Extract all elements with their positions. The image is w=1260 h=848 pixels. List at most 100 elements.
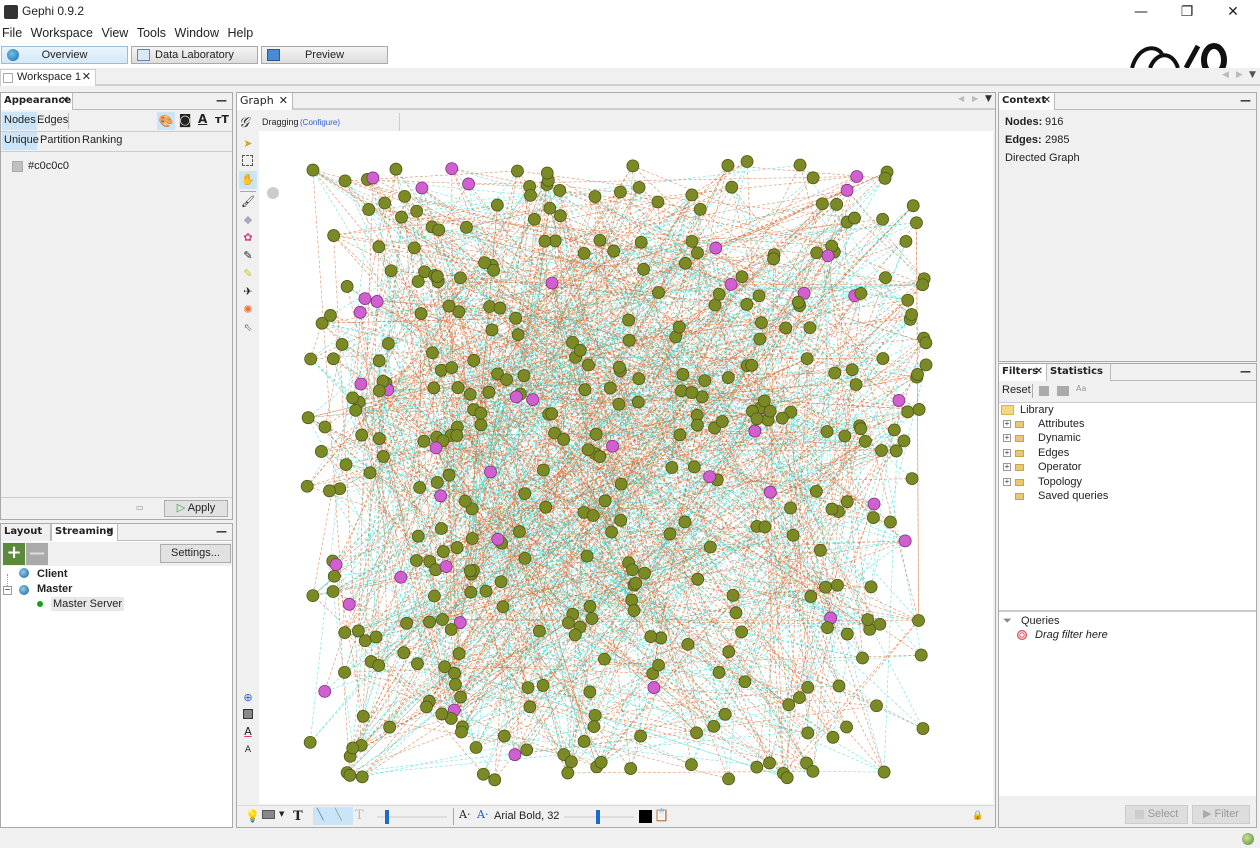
background-color-icon[interactable] xyxy=(243,709,253,719)
graph-node[interactable] xyxy=(828,366,842,380)
overview-button[interactable]: Overview xyxy=(1,46,128,64)
library-root[interactable]: Library xyxy=(1001,404,1054,416)
graph-node[interactable] xyxy=(750,412,764,426)
graph-node[interactable] xyxy=(763,756,776,770)
graph-node[interactable] xyxy=(800,352,814,366)
graph-node[interactable] xyxy=(856,651,869,665)
graph-node[interactable] xyxy=(451,381,465,395)
graph-node[interactable] xyxy=(632,180,646,194)
statistics-tab[interactable]: Statistics xyxy=(1047,364,1111,381)
graph-node[interactable] xyxy=(810,246,824,260)
expand-icon[interactable]: + xyxy=(1003,420,1011,429)
graph-node[interactable] xyxy=(698,374,712,388)
graph-node[interactable] xyxy=(825,502,839,516)
graph-node[interactable] xyxy=(806,171,820,185)
graph-node[interactable] xyxy=(553,209,567,223)
filters-tab[interactable]: Filters ✕ xyxy=(999,364,1047,381)
graph-node[interactable] xyxy=(511,328,525,342)
graph-node[interactable] xyxy=(784,501,797,515)
graph-node[interactable] xyxy=(878,171,892,185)
graph-node[interactable] xyxy=(430,270,444,283)
graph-node[interactable] xyxy=(758,520,772,534)
graph-node[interactable] xyxy=(494,575,508,589)
reset-button[interactable]: Reset xyxy=(1002,384,1031,396)
graph-node[interactable] xyxy=(708,298,722,312)
graph-node[interactable] xyxy=(479,584,493,598)
graph-node[interactable] xyxy=(612,360,626,374)
graph-node[interactable] xyxy=(740,155,754,168)
graph-node[interactable] xyxy=(879,271,892,285)
graph-node[interactable] xyxy=(715,415,729,428)
graph-node[interactable] xyxy=(484,465,497,479)
update-status-icon[interactable] xyxy=(1242,833,1254,845)
graph-node[interactable] xyxy=(358,292,372,306)
apply-button[interactable]: ▷ Apply xyxy=(164,500,228,517)
graph-node[interactable] xyxy=(453,271,467,285)
graph-node[interactable] xyxy=(632,372,646,386)
graph-node[interactable] xyxy=(722,772,736,786)
minimize-panel-button[interactable]: — xyxy=(1240,365,1251,378)
increase-font-icon[interactable]: A· xyxy=(477,808,488,821)
graph-node[interactable] xyxy=(693,202,707,216)
graph-node[interactable] xyxy=(300,479,314,493)
graph-node[interactable] xyxy=(420,700,433,714)
graph-node[interactable] xyxy=(614,477,628,491)
graph-node[interactable] xyxy=(414,307,428,320)
graph-node[interactable] xyxy=(840,183,854,197)
graph-node[interactable] xyxy=(587,720,601,734)
graph-node[interactable] xyxy=(454,690,467,704)
graph-node[interactable] xyxy=(398,189,412,203)
graph-node[interactable] xyxy=(449,678,462,691)
graph-node[interactable] xyxy=(685,234,699,248)
graph-node[interactable] xyxy=(568,628,582,642)
graph-node[interactable] xyxy=(589,427,603,441)
show-labels-icon[interactable]: T xyxy=(293,809,303,824)
light-bulb-icon[interactable]: 💡 xyxy=(245,809,260,823)
graph-node[interactable] xyxy=(899,234,913,248)
graph-node[interactable] xyxy=(665,461,679,474)
graph-node[interactable] xyxy=(434,363,448,377)
library-item-topology[interactable]: + Topology xyxy=(1003,476,1082,488)
graph-node[interactable] xyxy=(801,680,815,694)
graph-node[interactable] xyxy=(324,309,337,322)
graph-tab-close[interactable]: ✕ xyxy=(279,93,288,109)
graph-node[interactable] xyxy=(338,626,352,640)
graph-node[interactable] xyxy=(434,489,448,503)
graph-node[interactable] xyxy=(511,164,524,178)
graph-node[interactable] xyxy=(726,588,740,602)
graph-node[interactable] xyxy=(826,730,840,744)
graph-node[interactable] xyxy=(830,198,844,211)
tab-scroll-right-icon[interactable]: ▶ xyxy=(1236,70,1243,80)
graph-node[interactable] xyxy=(327,569,341,583)
graph-node[interactable] xyxy=(750,760,764,774)
workspace-tab-close[interactable]: ✕ xyxy=(82,70,91,85)
library-item-edges[interactable]: + Edges xyxy=(1003,447,1069,459)
graph-node[interactable] xyxy=(581,443,595,457)
tree-item-master[interactable]: Master xyxy=(37,583,72,595)
edges-tab[interactable]: Edges xyxy=(37,114,68,126)
menu-help[interactable]: Help xyxy=(225,24,253,40)
screenshot-icon[interactable] xyxy=(262,810,275,819)
graph-node[interactable] xyxy=(740,298,754,311)
graph-node[interactable] xyxy=(887,423,901,437)
graph-node[interactable] xyxy=(735,625,749,639)
label-size-slider-thumb[interactable] xyxy=(596,810,600,824)
graph-node[interactable] xyxy=(463,564,477,578)
graph-node[interactable] xyxy=(709,241,723,255)
pencil-icon[interactable]: ✎ xyxy=(241,249,255,263)
graph-node[interactable] xyxy=(343,768,357,782)
graph-node[interactable] xyxy=(634,235,648,249)
graph-node[interactable] xyxy=(588,708,602,722)
graph-node[interactable] xyxy=(372,659,386,672)
scroll-left-icon[interactable]: ◀ xyxy=(958,94,964,103)
graph-node[interactable] xyxy=(432,223,446,237)
graph-node[interactable] xyxy=(804,590,818,603)
graph-node[interactable] xyxy=(427,381,441,395)
lock-icon[interactable]: 🔒 xyxy=(972,811,983,821)
graph-node[interactable] xyxy=(791,295,805,309)
library-item-saved-queries[interactable]: Saved queries xyxy=(1003,490,1108,502)
graph-node[interactable] xyxy=(801,726,815,740)
graph-node[interactable] xyxy=(876,212,889,226)
graph-node[interactable] xyxy=(376,450,390,463)
graph-node[interactable] xyxy=(428,589,441,603)
